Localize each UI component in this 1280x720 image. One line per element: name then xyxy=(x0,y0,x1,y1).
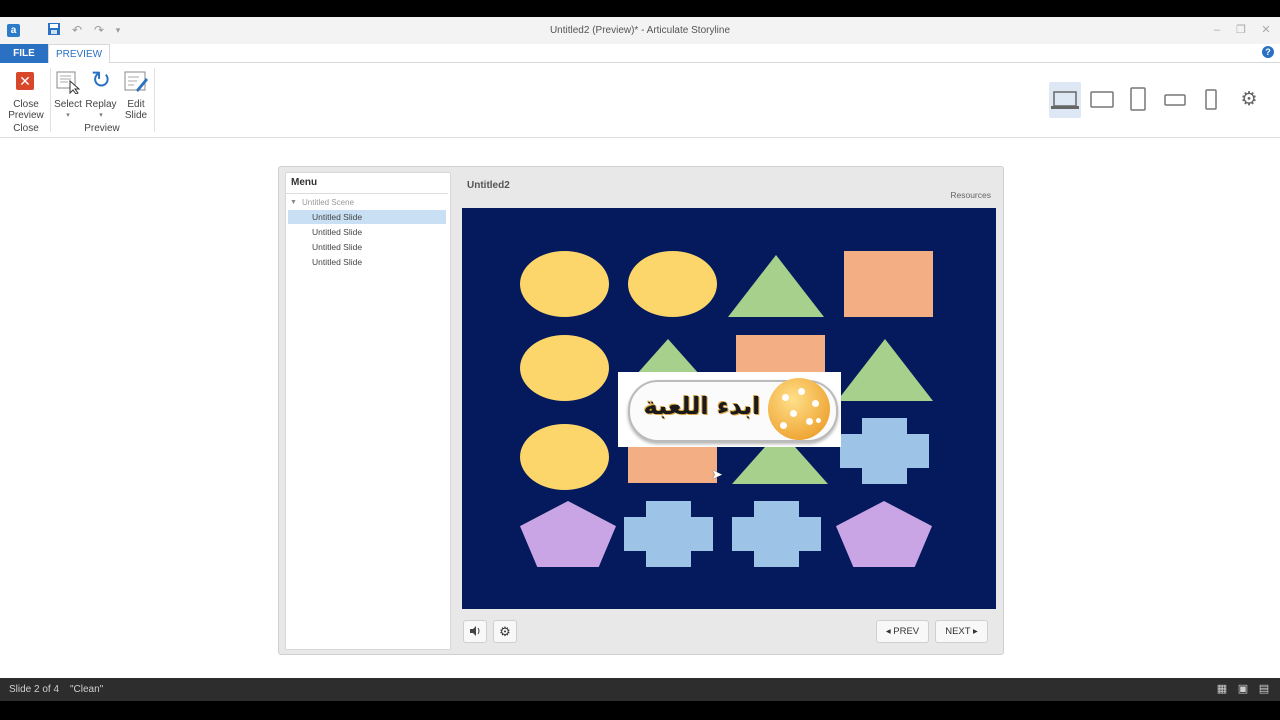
next-label: NEXT xyxy=(945,626,971,637)
letterbox-bottom xyxy=(0,701,1280,720)
yellow-ellipse[interactable] xyxy=(520,335,609,401)
close-preview-label-2: Preview xyxy=(8,110,44,121)
green-triangle[interactable] xyxy=(728,255,824,317)
group-label-preview: Preview xyxy=(84,123,120,134)
orange-square[interactable] xyxy=(844,251,933,317)
slide-stage: ابدء اللعبة ➤ xyxy=(462,208,996,609)
close-preview-button[interactable]: Close Preview xyxy=(2,99,50,121)
ball-icon xyxy=(768,378,830,440)
blue-cross[interactable] xyxy=(732,501,821,567)
chevron-left-icon: ◂ xyxy=(885,626,891,637)
replay-button[interactable]: Replay ▾ xyxy=(84,99,118,121)
group-label-close: Close xyxy=(13,123,39,134)
orange-square[interactable] xyxy=(628,443,717,483)
next-button[interactable]: NEXT ▸ xyxy=(935,620,988,643)
desktop-icon[interactable] xyxy=(1050,86,1080,114)
slide-title: Untitled2 xyxy=(467,180,510,191)
customize-dropdown-icon[interactable]: ▾ xyxy=(110,22,126,38)
chevron-right-icon: ▸ xyxy=(973,626,978,637)
save-icon[interactable] xyxy=(46,22,62,38)
prev-button[interactable]: ◂ PREV xyxy=(876,620,929,643)
purple-pentagon[interactable] xyxy=(836,501,932,567)
select-icon[interactable] xyxy=(56,70,81,95)
player-settings-button[interactable]: ⚙ xyxy=(493,620,517,643)
ribbon-separator xyxy=(50,68,51,132)
close-preview-label-1: Close xyxy=(13,99,39,110)
prev-label: PREV xyxy=(893,626,920,637)
resources-link[interactable]: Resources xyxy=(935,190,991,200)
select-label: Select xyxy=(54,99,82,110)
tab-preview[interactable]: PREVIEW xyxy=(48,44,110,64)
undo-icon[interactable]: ↶ xyxy=(69,22,85,38)
tablet-landscape-icon[interactable] xyxy=(1087,86,1117,114)
replay-dropdown-icon: ▾ xyxy=(99,112,103,119)
slide-view-icon[interactable]: ▣ xyxy=(1237,683,1249,695)
volume-button[interactable] xyxy=(463,620,487,643)
collapse-arrow-icon[interactable]: ▼ xyxy=(290,199,297,206)
phone-portrait-icon[interactable] xyxy=(1196,86,1226,114)
normal-view-icon[interactable]: ▦ xyxy=(1216,683,1228,695)
replay-icon[interactable]: ↻ xyxy=(89,69,113,93)
menu-item-slide-4[interactable]: Untitled Slide xyxy=(288,255,446,269)
blue-cross[interactable] xyxy=(840,418,929,484)
gear-icon[interactable]: ⚙ xyxy=(1234,86,1264,114)
edit-slide-label-1: Edit xyxy=(127,99,145,110)
speaker-icon xyxy=(470,626,480,636)
edit-slide-icon[interactable] xyxy=(124,70,148,94)
close-window-icon[interactable]: ✕ xyxy=(1256,22,1276,38)
minimize-icon[interactable]: – xyxy=(1207,22,1227,38)
phone-landscape-icon[interactable] xyxy=(1160,86,1190,114)
restore-icon[interactable]: ❐ xyxy=(1231,22,1251,38)
menu-title: Menu xyxy=(291,177,318,188)
green-triangle[interactable] xyxy=(837,339,933,401)
yellow-ellipse[interactable] xyxy=(628,251,717,317)
window-title: Untitled2 (Preview)* - Articulate Storyl… xyxy=(549,25,731,36)
menu-item-slide-2[interactable]: Untitled Slide xyxy=(288,225,446,239)
select-dropdown-icon: ▾ xyxy=(66,112,70,119)
menu-divider xyxy=(286,193,448,194)
ribbon-separator xyxy=(154,68,155,132)
scene-label[interactable]: Untitled Scene xyxy=(302,198,354,207)
start-game-label: ابدء اللعبة xyxy=(643,392,761,420)
status-theme: "Clean" xyxy=(70,684,104,695)
mouse-cursor-icon: ➤ xyxy=(711,466,723,482)
menu-item-slide-1[interactable]: Untitled Slide xyxy=(288,210,446,224)
purple-pentagon[interactable] xyxy=(520,501,616,567)
gear-icon: ⚙ xyxy=(499,624,511,639)
redo-icon[interactable]: ↷ xyxy=(91,22,107,38)
help-icon[interactable]: ? xyxy=(1262,46,1274,58)
replay-label: Replay xyxy=(85,99,117,110)
fit-view-icon[interactable]: ▤ xyxy=(1258,683,1270,695)
close-x-icon[interactable]: ✕ xyxy=(16,72,34,90)
tablet-portrait-icon[interactable] xyxy=(1123,86,1153,114)
blue-cross[interactable] xyxy=(624,501,713,567)
ribbon-tab-row xyxy=(0,44,1280,63)
menu-item-slide-3[interactable]: Untitled Slide xyxy=(288,240,446,254)
status-slide-info: Slide 2 of 4 xyxy=(9,684,60,695)
edit-slide-label-2: Slide xyxy=(124,110,148,121)
letterbox-top xyxy=(0,0,1280,17)
select-button[interactable]: Select ▾ xyxy=(52,99,84,121)
yellow-ellipse[interactable] xyxy=(520,424,609,490)
app-logo-icon: a xyxy=(7,24,20,37)
status-bar xyxy=(0,678,1280,701)
yellow-ellipse[interactable] xyxy=(520,251,609,317)
edit-slide-button[interactable]: Edit Slide xyxy=(120,99,152,121)
tab-file[interactable]: FILE xyxy=(0,44,48,63)
